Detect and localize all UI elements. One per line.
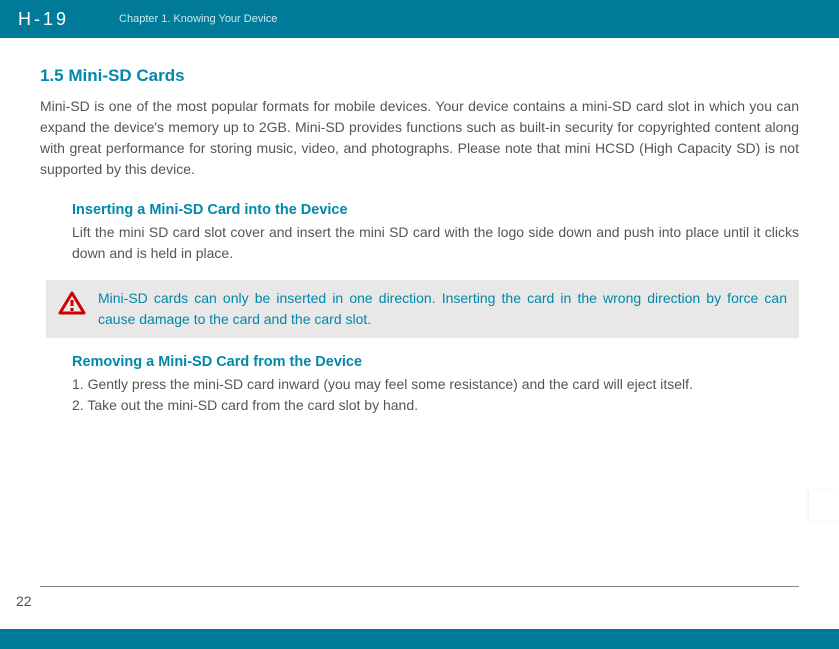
warning-text: Mini-SD cards can only be inserted in on… bbox=[98, 288, 787, 330]
inserting-heading: Inserting a Mini-SD Card into the Device bbox=[72, 202, 799, 218]
footer-bar bbox=[0, 629, 839, 649]
removing-block: Removing a Mini-SD Card from the Device … bbox=[40, 354, 799, 416]
warning-icon bbox=[58, 291, 86, 320]
page-footer: 22 bbox=[0, 586, 839, 609]
inserting-block: Inserting a Mini-SD Card into the Device… bbox=[40, 202, 799, 264]
warning-box: Mini-SD cards can only be inserted in on… bbox=[46, 280, 799, 338]
chapter-title: Chapter 1. Knowing Your Device bbox=[119, 13, 277, 25]
section-heading: 1.5 Mini-SD Cards bbox=[40, 66, 799, 86]
header-bar: H-19 Chapter 1. Knowing Your Device bbox=[0, 0, 839, 38]
removing-step-1: 1. Gently press the mini-SD card inward … bbox=[72, 374, 799, 395]
section-intro: Mini-SD is one of the most popular forma… bbox=[40, 96, 799, 180]
inserting-text: Lift the mini SD card slot cover and ins… bbox=[72, 222, 799, 264]
removing-heading: Removing a Mini-SD Card from the Device bbox=[72, 354, 799, 370]
page-edge-decoration bbox=[809, 490, 839, 520]
footer-divider bbox=[40, 586, 799, 587]
page-number: 22 bbox=[16, 593, 839, 609]
removing-content: Removing a Mini-SD Card from the Device … bbox=[0, 354, 839, 416]
removing-step-2: 2. Take out the mini-SD card from the ca… bbox=[72, 395, 799, 416]
main-content: 1.5 Mini-SD Cards Mini-SD is one of the … bbox=[0, 38, 839, 264]
device-logo: H-19 bbox=[18, 9, 69, 30]
